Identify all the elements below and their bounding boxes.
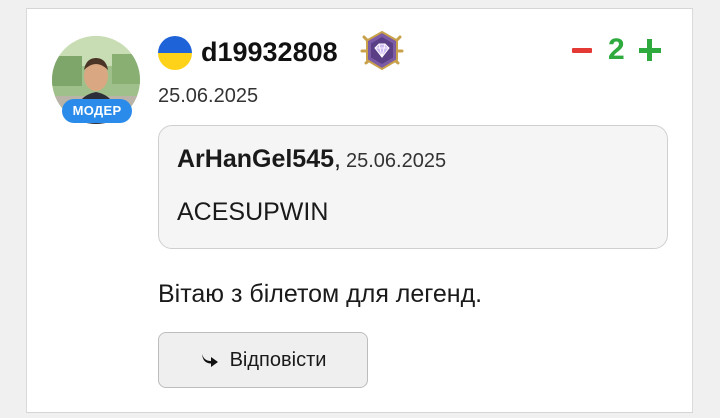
minus-icon[interactable] [570, 40, 592, 60]
plus-icon[interactable] [638, 39, 661, 61]
reply-button-label: Відповісти [229, 348, 327, 371]
quoted-comment: ArHanGel545, 25.06.2025 ACESUPWIN [158, 125, 668, 249]
comment-date: 25.06.2025 [158, 85, 259, 107]
reply-arrow-icon [201, 354, 218, 367]
reply-button[interactable]: Відповісти [158, 332, 368, 388]
vote-controls: 2 [570, 30, 661, 70]
quote-author[interactable]: ArHanGel545 [177, 145, 334, 173]
quote-separator: , [334, 145, 341, 173]
author-username[interactable]: d19932808 [201, 35, 338, 69]
crystal-rank-badge-icon [360, 30, 404, 71]
author-avatar-block[interactable]: МОДЕР [52, 36, 140, 124]
quote-header: ArHanGel545, 25.06.2025 [177, 144, 446, 178]
vote-score: 2 [608, 33, 625, 66]
ukraine-flag-icon [158, 36, 192, 70]
comment-text: Вітаю з білетом для легенд. [158, 280, 483, 308]
quote-text: ACESUPWIN [177, 198, 329, 226]
quote-date: 25.06.2025 [345, 150, 447, 172]
moderator-badge: МОДЕР [62, 99, 132, 123]
